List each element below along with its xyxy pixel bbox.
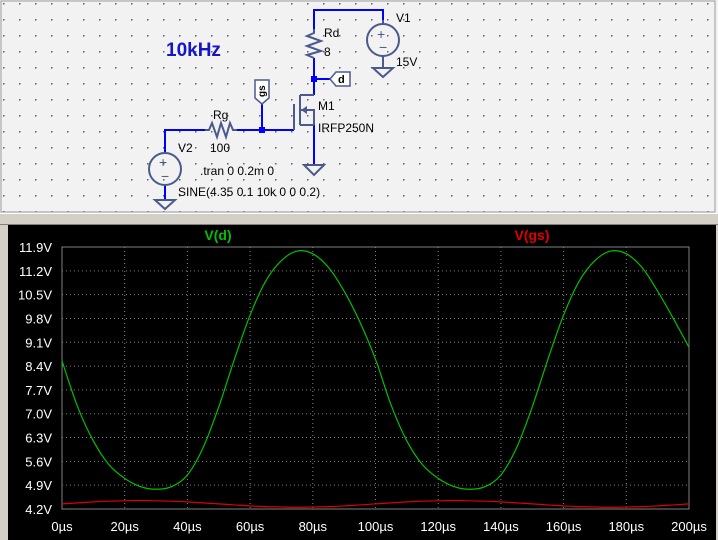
v1-value: 15V: [396, 55, 417, 69]
plot-background: [8, 225, 716, 540]
x-tick-label: 120µs: [420, 519, 456, 534]
x-tick-label: 80µs: [299, 519, 328, 534]
pane-splitter[interactable]: [0, 213, 718, 225]
x-tick-label: 0µs: [51, 519, 73, 534]
schematic-grid: [0, 0, 718, 215]
gate-flag-text: gs: [257, 85, 268, 97]
gate-junction: [259, 127, 265, 133]
drain-flag-text: d: [338, 74, 345, 86]
m1-name: M1: [318, 99, 335, 113]
v2-minus-sign: −: [161, 168, 169, 184]
y-tick-label: 11.2V: [19, 264, 52, 279]
x-tick-label: 60µs: [236, 519, 265, 534]
x-tick-label: 20µs: [110, 519, 139, 534]
resistor-rg-value: 100: [210, 141, 230, 155]
resistor-rg-name: Rg: [213, 108, 228, 122]
x-tick-label: 100µs: [358, 519, 394, 534]
schematic-pane[interactable]: 10kHz Rd 8 + − V1 15V d gs Rg 100 M1 IRF…: [0, 0, 718, 215]
y-tick-label: 11.9V: [19, 240, 52, 255]
y-tick-label: 10.5V: [18, 288, 52, 303]
x-tick-label: 140µs: [483, 519, 519, 534]
m1-part: IRFP250N: [318, 121, 374, 135]
y-tick-label: 9.8V: [25, 311, 52, 326]
v1-name: V1: [396, 11, 411, 25]
y-tick-label: 6.3V: [25, 431, 52, 446]
x-tick-label: 40µs: [173, 519, 202, 534]
y-tick-label: 5.6V: [25, 454, 52, 469]
y-tick-label: 7.7V: [25, 383, 52, 398]
tran-directive[interactable]: .tran 0 0.2m 0: [200, 164, 274, 178]
resistor-rd-value: 8: [324, 45, 331, 59]
x-tick-label: 200µs: [671, 519, 707, 534]
waveform-plot-pane[interactable]: 4.2V 4.9V 5.6V 6.3V 7.0V 7.7V 8.4V 9.1V 9.8V 10.5…: [0, 225, 718, 540]
v2-sine-spec[interactable]: SINE(4.35 0.1 10k 0 0 0 2): [178, 185, 320, 199]
x-tick-label: 160µs: [546, 519, 582, 534]
net-label-gate[interactable]: gs: [254, 79, 270, 105]
y-tick-label: 4.2V: [25, 502, 52, 517]
legend-v-d[interactable]: V(d): [204, 227, 231, 243]
x-tick-label: 180µs: [608, 519, 644, 534]
y-tick-label: 4.9V: [25, 478, 52, 493]
y-tick-label: 8.4V: [25, 359, 52, 374]
frequency-annotation[interactable]: 10kHz: [166, 40, 221, 61]
y-tick-label: 7.0V: [25, 407, 52, 422]
v2-name: V2: [178, 141, 193, 155]
v1-minus-sign: −: [379, 39, 387, 55]
legend-v-gs[interactable]: V(gs): [515, 227, 550, 243]
drain-junction: [311, 76, 317, 82]
resistor-rd-name: Rd: [324, 26, 339, 40]
y-tick-label: 9.1V: [25, 335, 52, 350]
